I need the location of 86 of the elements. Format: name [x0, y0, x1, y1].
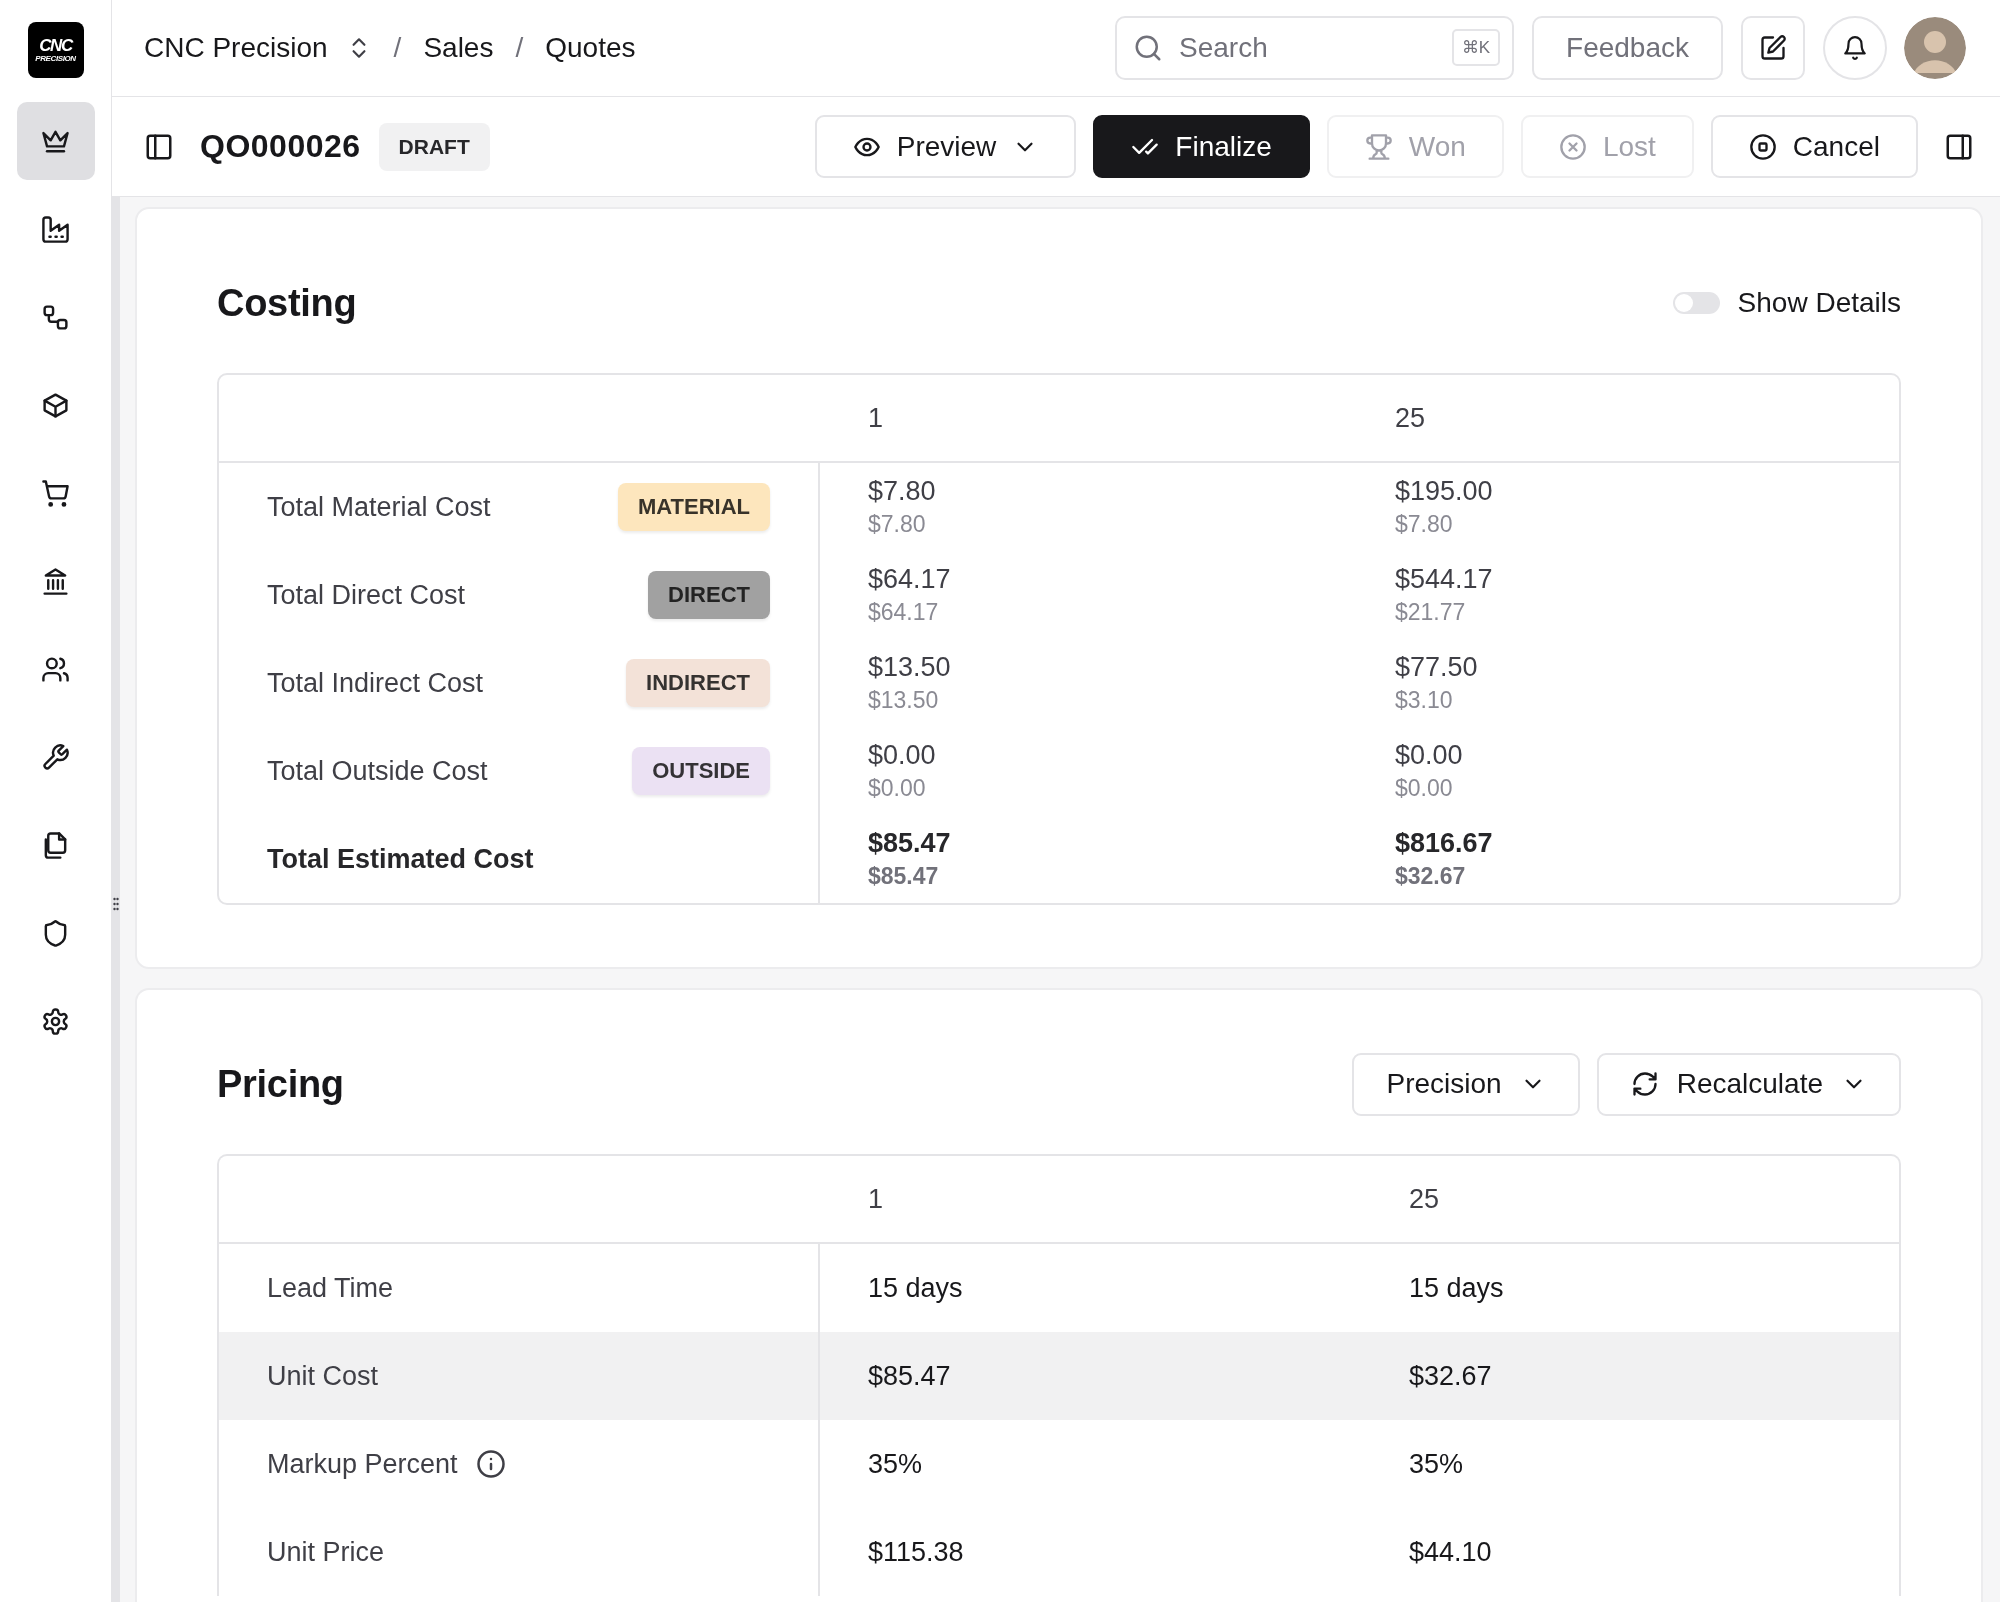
settings-icon	[41, 1006, 70, 1036]
category-tag: INDIRECT	[626, 659, 770, 707]
section-title: Costing	[217, 281, 358, 325]
row-label: Total Direct Cost	[267, 579, 467, 611]
wrench-icon	[41, 742, 70, 772]
quote-number: QO000026	[200, 128, 361, 165]
table-cell-text: 35%	[868, 1448, 924, 1480]
table-cell-text: $85.47	[868, 1360, 952, 1392]
category-tag: OUTSIDE	[632, 747, 770, 795]
factory-icon	[41, 214, 70, 244]
refresh-icon	[1630, 1070, 1659, 1098]
cube-icon	[41, 390, 70, 420]
cost-value: $816.67	[1395, 828, 1494, 859]
unit-cost-value: $32.67	[1395, 863, 1467, 890]
column-header: 25	[1395, 402, 1426, 434]
action-button[interactable]: Cancel	[1710, 115, 1918, 178]
row-label: Total Estimated Cost	[267, 843, 535, 875]
cost-value: $77.50	[1395, 652, 1479, 683]
status-badge: DRAFT	[378, 122, 490, 171]
info-button[interactable]	[475, 1449, 506, 1479]
row-label: Total Material Cost	[267, 491, 492, 523]
column-header: 25	[1409, 1183, 1440, 1215]
unit-cost-value: $13.50	[868, 687, 940, 714]
column-header: 1	[868, 1183, 884, 1215]
action-button[interactable]: Finalize	[1093, 115, 1310, 178]
info-icon	[475, 1449, 506, 1479]
bank-icon	[41, 566, 70, 596]
circle-x-icon	[1558, 132, 1587, 161]
cost-value: $85.47	[868, 828, 952, 859]
avatar[interactable]	[1904, 17, 1966, 79]
feedback-button[interactable]: Feedback	[1532, 16, 1723, 80]
row-label: Unit Cost	[267, 1360, 379, 1392]
table-cell-text: $32.67	[1409, 1360, 1493, 1392]
logo[interactable]: CNC PRECISION	[27, 22, 84, 78]
edit-button[interactable]	[1741, 16, 1805, 80]
category-tag: MATERIAL	[617, 483, 770, 531]
unit-cost-value: $7.80	[1395, 511, 1454, 538]
breadcrumb-link[interactable]: Quotes	[545, 32, 636, 64]
cost-value: $0.00	[1395, 740, 1464, 771]
table-cell-text: 15 days	[1409, 1272, 1505, 1304]
logo-text: CNC	[39, 37, 72, 54]
cost-value: $64.17	[868, 564, 952, 595]
users-icon	[41, 654, 70, 684]
circle-stop-icon	[1748, 132, 1777, 161]
logo-subtext: PRECISION	[35, 55, 76, 63]
linked-squares-icon	[41, 302, 70, 332]
row-label: Total Outside Cost	[267, 755, 489, 787]
table-cell-text: $115.38	[868, 1536, 965, 1568]
unit-cost-value: $85.47	[868, 863, 940, 890]
bell-icon	[1842, 35, 1868, 61]
breadcrumb-separator: /	[515, 32, 524, 64]
action-button[interactable]: Preview	[814, 115, 1077, 178]
edit-icon	[1759, 34, 1787, 62]
breadcrumb-link[interactable]: Sales	[423, 32, 494, 64]
recalculate-button[interactable]: Recalculate	[1596, 1052, 1901, 1116]
row-label: Total Indirect Cost	[267, 667, 485, 699]
unit-cost-value: $7.80	[868, 511, 927, 538]
select-field[interactable]: Precision	[1351, 1052, 1580, 1116]
grip-icon[interactable]	[113, 897, 119, 911]
breadcrumb-separator: /	[393, 32, 402, 64]
toggle-label: Show Details	[1737, 287, 1901, 319]
unit-cost-value: $0.00	[868, 775, 927, 802]
table-cell-text: 15 days	[868, 1272, 964, 1304]
cost-value: $0.00	[868, 740, 937, 771]
category-tag: DIRECT	[648, 571, 770, 619]
unit-cost-value: $64.17	[868, 599, 940, 626]
unit-cost-value: $21.77	[1395, 599, 1467, 626]
row-label: Unit Price	[267, 1536, 385, 1568]
cost-value: $544.17	[1395, 564, 1494, 595]
section-title: Pricing	[217, 1062, 345, 1106]
toggle-switch[interactable]	[1672, 292, 1720, 314]
column-header: 1	[868, 402, 884, 434]
row-label: Markup Percent	[267, 1448, 458, 1480]
table-cell-text: 35%	[1409, 1448, 1465, 1480]
unit-cost-value: $0.00	[1395, 775, 1454, 802]
cart-icon	[41, 478, 70, 508]
nav-button[interactable]	[16, 102, 95, 180]
shortcut-hint: ⌘K	[1451, 29, 1501, 66]
cost-value: $195.00	[1395, 476, 1494, 507]
row-label: Lead Time	[267, 1272, 394, 1304]
trophy-icon	[1364, 132, 1393, 161]
cost-value: $13.50	[868, 652, 952, 683]
breadcrumb-link[interactable]: CNC Precision	[144, 32, 328, 64]
unit-cost-value: $3.10	[1395, 687, 1454, 714]
cost-value: $7.80	[868, 476, 937, 507]
table-cell-text: $44.10	[1409, 1536, 1493, 1568]
